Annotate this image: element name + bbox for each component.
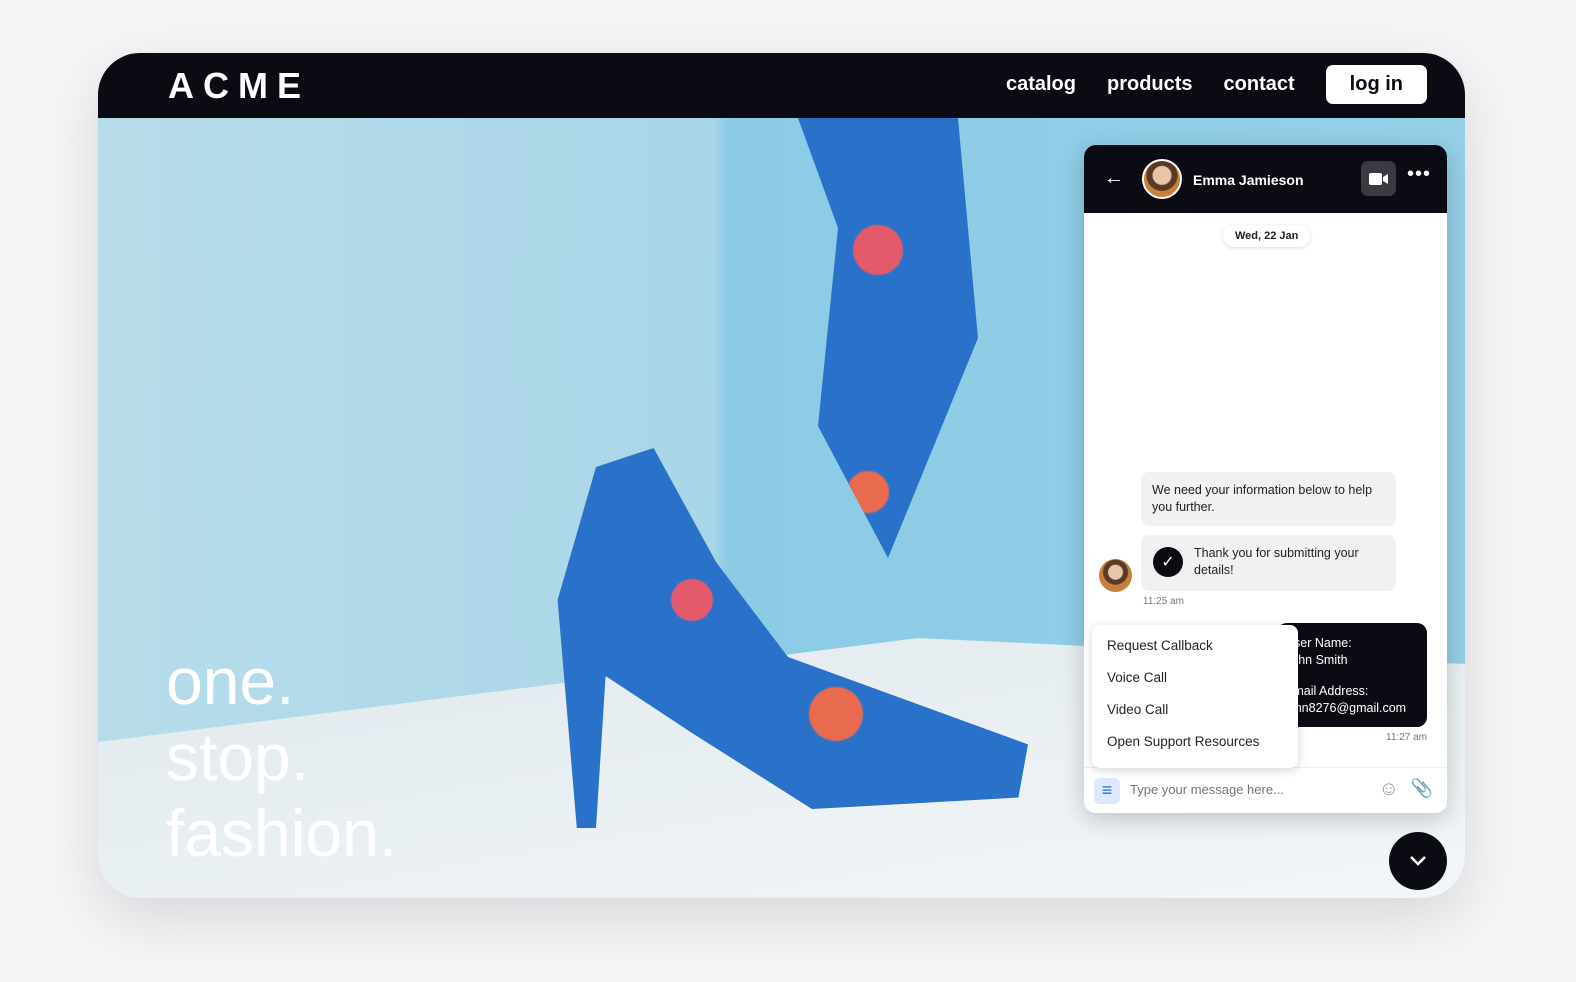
chat-widget: ← Emma Jamieson ••• Wed, 22 Jan We need …: [1084, 145, 1447, 813]
message-bubble: We need your information below to help y…: [1141, 472, 1396, 526]
message-time: 11:25 am: [1143, 596, 1184, 607]
hanging-shoe: [798, 118, 978, 558]
back-arrow-icon[interactable]: ←: [1104, 167, 1124, 190]
checkmark-icon: ✓: [1153, 547, 1183, 577]
top-nav: ACME catalog products contact log in: [98, 53, 1465, 118]
message-bubble: ✓ Thank you for submitting your details!: [1141, 535, 1396, 591]
video-call-button[interactable]: [1361, 161, 1396, 196]
hero-tagline: one. stop. fashion.: [166, 643, 397, 871]
video-camera-icon: [1368, 172, 1388, 185]
logo: ACME: [168, 65, 310, 106]
actions-menu: Request Callback Voice Call Video Call O…: [1092, 625, 1298, 768]
menu-icon[interactable]: ≡: [1094, 778, 1120, 804]
message-time: 11:27 am: [1386, 732, 1427, 743]
message-input[interactable]: [1130, 782, 1350, 797]
nav-products[interactable]: products: [1107, 73, 1193, 96]
menu-open-support-resources[interactable]: Open Support Resources: [1092, 725, 1298, 757]
chat-toggle-button[interactable]: [1389, 832, 1447, 890]
menu-video-call[interactable]: Video Call: [1092, 693, 1298, 725]
menu-voice-call[interactable]: Voice Call: [1092, 661, 1298, 693]
message-line: User Name:: [1285, 636, 1352, 650]
message-text: Thank you for submitting your details!: [1194, 546, 1359, 577]
date-separator: Wed, 22 Jan: [1223, 225, 1311, 247]
message-line: john8276@gmail.com: [1285, 701, 1407, 715]
user-message-bubble: User Name: John Smith Email Address: joh…: [1277, 623, 1427, 727]
login-button[interactable]: log in: [1325, 65, 1427, 104]
emoji-icon[interactable]: ☺: [1379, 778, 1399, 801]
message-line: Email Address:: [1285, 684, 1369, 698]
tagline-line: fashion.: [166, 796, 398, 870]
menu-request-callback[interactable]: Request Callback: [1092, 629, 1298, 661]
message-line: John Smith: [1285, 653, 1348, 667]
agent-avatar: [1099, 559, 1132, 592]
paperclip-icon[interactable]: 📎: [1411, 778, 1433, 799]
chevron-down-icon: [1410, 856, 1426, 866]
tagline-line: one.: [166, 644, 295, 718]
avatar: [1142, 159, 1182, 199]
more-options-icon[interactable]: •••: [1407, 163, 1431, 186]
nav-catalog[interactable]: catalog: [1006, 73, 1076, 96]
tagline-line: stop.: [166, 720, 310, 794]
contact-name: Emma Jamieson: [1193, 172, 1304, 188]
nav-contact[interactable]: contact: [1224, 73, 1295, 96]
chat-header: ← Emma Jamieson •••: [1084, 145, 1447, 213]
message-composer: ≡ ☺ 📎: [1084, 767, 1447, 813]
